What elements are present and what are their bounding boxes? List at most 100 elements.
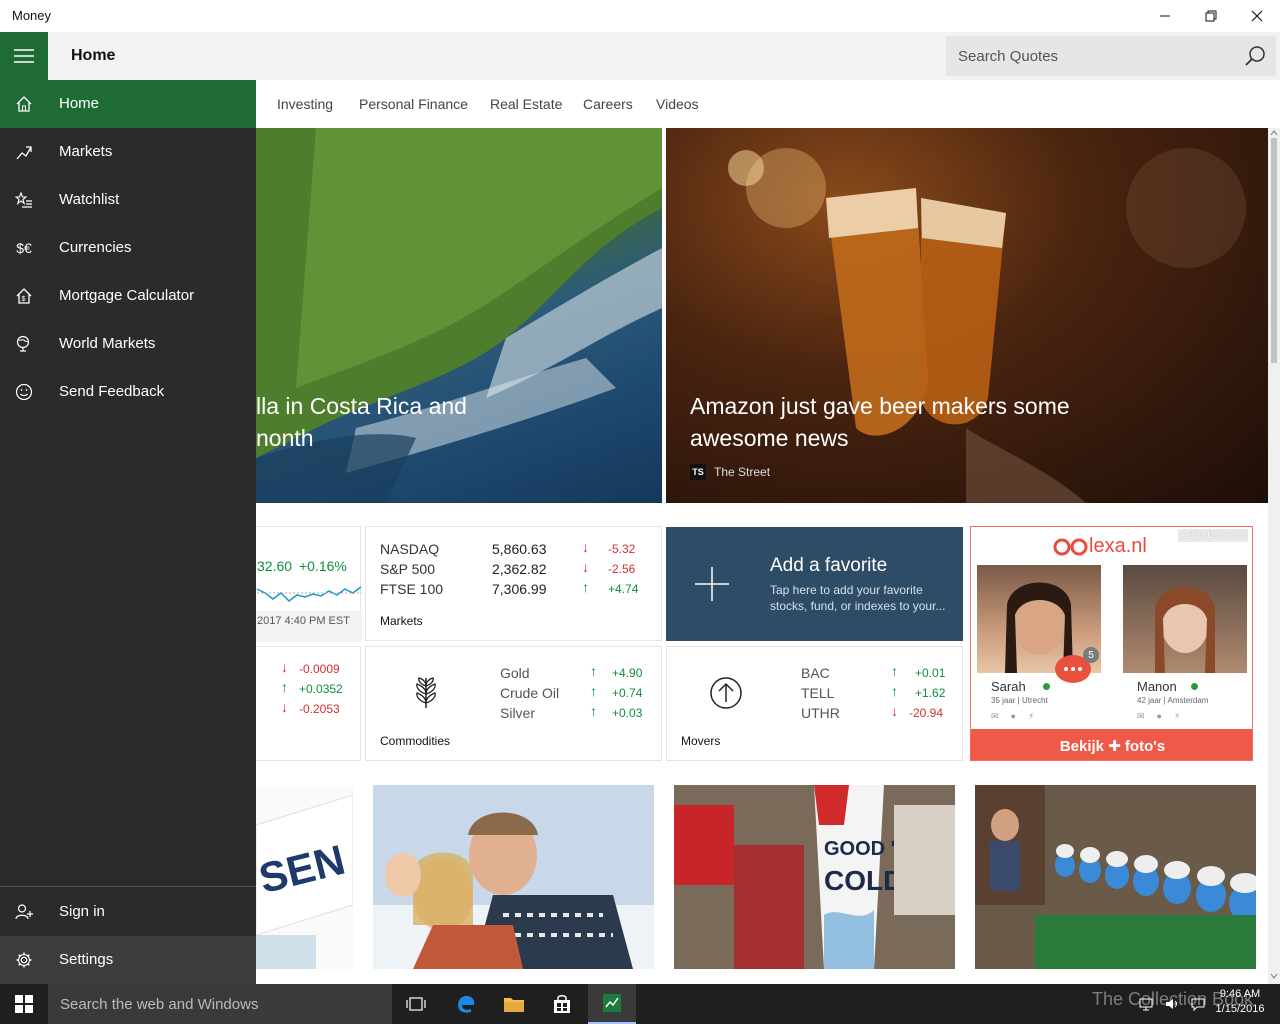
taskbar-search-box[interactable]: Search the web and Windows xyxy=(48,984,392,1024)
add-favorite-desc-line1: Tap here to add your favorite xyxy=(770,583,923,597)
svg-text:COLD: COLD xyxy=(824,865,903,896)
home-icon xyxy=(14,94,34,114)
money-app-icon xyxy=(603,994,621,1012)
plus-icon xyxy=(695,567,729,601)
tab-personal-finance[interactable]: Personal Finance xyxy=(359,96,468,112)
markets-card[interactable]: NASDAQ 5,860.63 ↓ -5.32 S&P 500 2,362.82… xyxy=(365,526,662,641)
commodities-card-label: Commodities xyxy=(380,734,451,748)
article-tile-smurf-factory[interactable] xyxy=(975,785,1261,984)
ad-brand-name: lexa.nl xyxy=(1089,535,1147,557)
currency-change: +0.0352 xyxy=(299,682,343,696)
currencies-card[interactable]: ↓ -0.0009 ↑ +0.0352 ↓ -0.2053 xyxy=(256,646,361,761)
tab-real-estate[interactable]: Real Estate xyxy=(490,96,562,112)
ad-cta-button[interactable]: Bekijk ✚ foto's xyxy=(971,729,1252,760)
clock-time: 9:46 AM xyxy=(1219,988,1261,1000)
main-content: lla in Costa Rica and nonth Amazon just … xyxy=(256,128,1268,984)
task-view-button[interactable] xyxy=(392,984,440,1024)
store-button[interactable] xyxy=(538,984,586,1024)
nav-item-label: Watchlist xyxy=(59,191,120,208)
arrow-down-icon: ↓ xyxy=(281,699,288,715)
hero-article-amazon-beer[interactable]: Amazon just gave beer makers some awesom… xyxy=(666,128,1268,503)
commodity-name: Crude Oil xyxy=(500,685,560,701)
edge-browser-button[interactable] xyxy=(442,984,490,1024)
hero-left-title-line1: lla in Costa Rica and xyxy=(256,393,467,419)
source-name: The Street xyxy=(714,465,771,479)
nav-item-send-feedback[interactable]: Send Feedback xyxy=(0,368,256,416)
arrow-down-icon: ↓ xyxy=(582,559,589,575)
commodity-change: +4.90 xyxy=(612,666,643,680)
restore-icon xyxy=(1205,10,1217,22)
nav-item-mortgage-calculator[interactable]: $ Mortgage Calculator xyxy=(0,272,256,320)
task-view-icon xyxy=(406,997,426,1011)
search-quotes-input[interactable] xyxy=(946,36,1236,76)
nav-item-watchlist[interactable]: Watchlist xyxy=(0,176,256,224)
tab-careers[interactable]: Careers xyxy=(583,96,633,112)
market-name: FTSE 100 xyxy=(380,581,444,597)
scroll-down-arrow-icon[interactable] xyxy=(1268,971,1280,981)
markets-card-label: Markets xyxy=(380,614,423,628)
article-tile-family[interactable] xyxy=(373,785,654,984)
nav-item-home[interactable]: Home xyxy=(0,80,256,128)
market-value: 5,860.63 xyxy=(492,541,547,557)
nav-item-sign-in[interactable]: Sign in xyxy=(0,888,256,936)
ad-action-icons: ✉●⚡ xyxy=(1137,711,1193,721)
tab-videos[interactable]: Videos xyxy=(656,96,699,112)
taskbar-clock[interactable]: 9:46 AM 1/15/2016 xyxy=(1208,987,1272,1017)
scrollbar-thumb[interactable] xyxy=(1271,138,1277,363)
start-button[interactable] xyxy=(0,984,48,1024)
category-tabs: Investing Personal Finance Real Estate C… xyxy=(256,80,1280,128)
ad-person1-name: Sarah xyxy=(991,679,1026,694)
the-street-logo-icon: TS xyxy=(690,464,706,480)
close-button[interactable] xyxy=(1234,0,1280,32)
commodities-card[interactable]: Gold ↑ +4.90 Crude Oil ↑ +0.74 Silver ↑ … xyxy=(365,646,662,761)
article-tile-sign[interactable]: SEN xyxy=(256,785,354,984)
article-image-sign: SEN xyxy=(256,785,354,969)
hamburger-icon xyxy=(14,49,34,63)
currency-change: -0.0009 xyxy=(299,662,340,676)
article-image-factory-figurines xyxy=(975,785,1261,969)
movers-card[interactable]: BAC ↑ +0.01 TELL ↑ +1.62 UTHR ↓ -20.94 M… xyxy=(666,646,963,761)
file-explorer-button[interactable] xyxy=(490,984,538,1024)
hero-right-title-line1: Amazon just gave beer makers some xyxy=(690,393,1070,419)
article-image-family-selfie xyxy=(373,785,654,969)
commodity-name: Gold xyxy=(500,665,530,681)
nav-item-world-markets[interactable]: World Markets xyxy=(0,320,256,368)
volume-icon[interactable] xyxy=(1164,996,1180,1012)
currency-icon: $€ xyxy=(16,240,32,256)
restore-button[interactable] xyxy=(1188,0,1234,32)
hero-left-title-line2: nonth xyxy=(256,425,314,451)
hamburger-menu-button[interactable] xyxy=(0,32,48,80)
market-name: S&P 500 xyxy=(380,561,436,577)
arrow-up-icon: ↑ xyxy=(590,683,597,699)
mover-symbol: BAC xyxy=(801,665,830,681)
index-card[interactable]: 32.60 +0.16% 2017 4:40 PM EST xyxy=(256,526,362,642)
nav-item-markets[interactable]: Markets xyxy=(0,128,256,176)
article-source: TS The Street xyxy=(690,464,770,480)
globe-icon xyxy=(14,334,34,354)
vertical-scrollbar[interactable] xyxy=(1268,128,1280,984)
minimize-button[interactable] xyxy=(1142,0,1188,32)
arrow-up-circle-icon xyxy=(710,677,742,709)
money-app-taskbar-button[interactable] xyxy=(588,984,636,1024)
hero-article-costa-rica[interactable]: lla in Costa Rica and nonth xyxy=(256,128,662,503)
nav-item-settings[interactable]: Settings xyxy=(0,936,256,984)
hero-right-title-line2: awesome news xyxy=(690,425,849,451)
arrow-down-icon: ↓ xyxy=(891,703,898,719)
chat-bubble-icon: 5 xyxy=(1053,647,1099,687)
nav-item-currencies[interactable]: $€ Currencies xyxy=(0,224,256,272)
commodity-name: Silver xyxy=(500,705,536,721)
advertisement[interactable]: Advertisement lexa.nl 5 Sarah 35 jaar | … xyxy=(970,526,1253,761)
notifications-icon[interactable] xyxy=(1190,996,1206,1012)
search-button[interactable] xyxy=(1244,45,1266,72)
search-box xyxy=(946,36,1276,76)
tab-investing[interactable]: Investing xyxy=(277,96,333,112)
advertisement-tag: Advertisement xyxy=(1178,529,1248,542)
app-bar: Home xyxy=(0,32,1280,80)
scroll-up-arrow-icon[interactable] xyxy=(1268,128,1280,138)
article-tile-mcdonalds[interactable]: GOOD 'N COLD xyxy=(674,785,955,984)
market-name: NASDAQ xyxy=(380,541,440,557)
windows-taskbar: Search the web and Windows The Collectio… xyxy=(0,984,1280,1024)
online-status-dot xyxy=(1191,683,1198,690)
add-favorite-card[interactable]: Add a favorite Tap here to add your favo… xyxy=(666,527,963,641)
network-icon[interactable] xyxy=(1138,996,1154,1012)
